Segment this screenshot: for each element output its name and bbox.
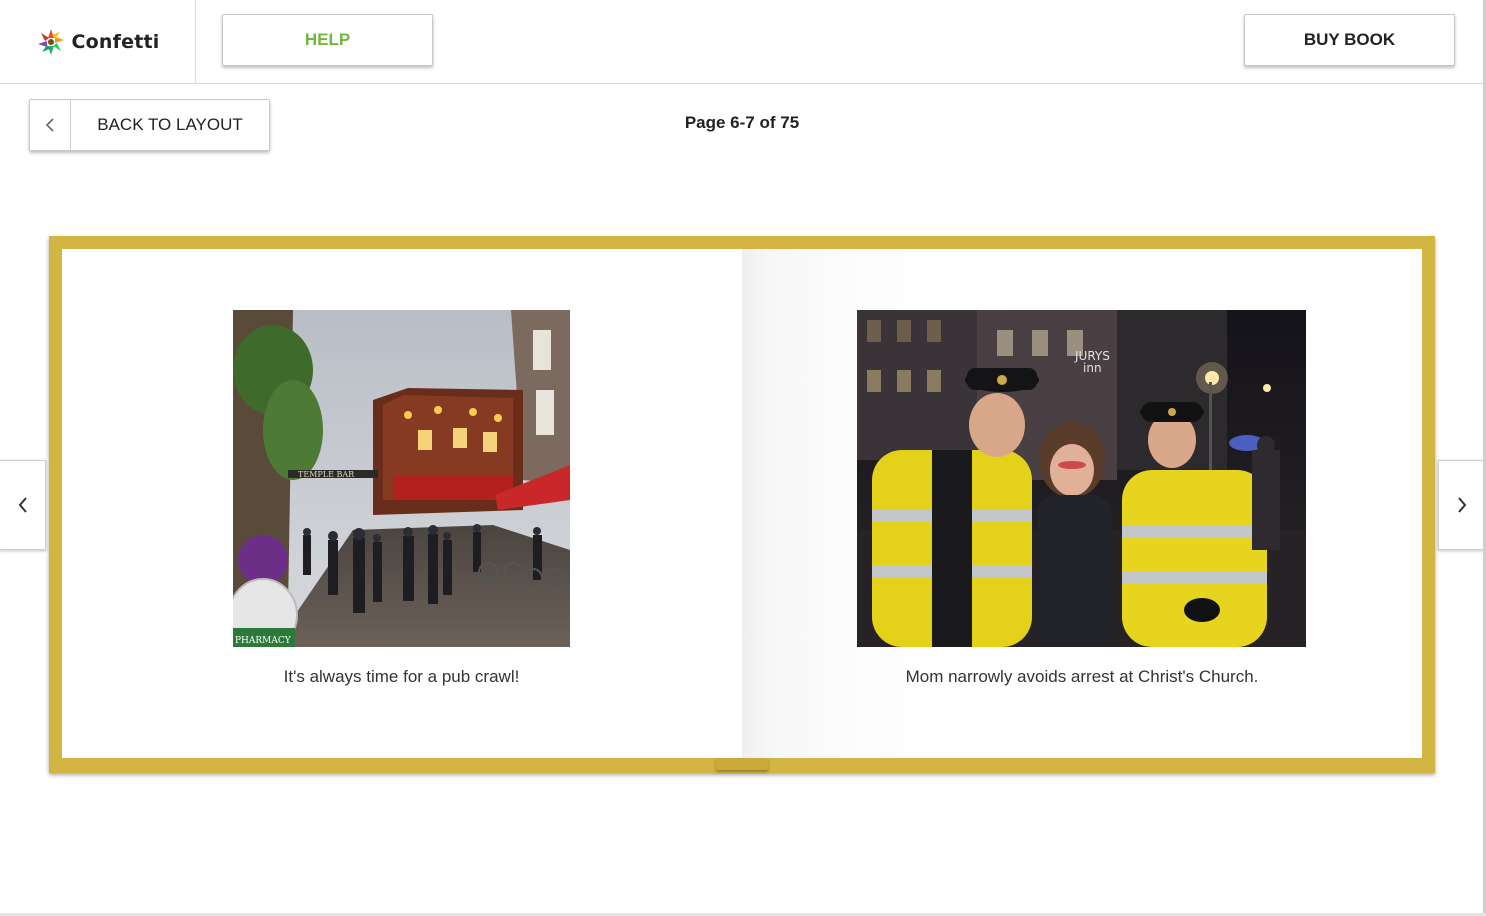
left-page-caption[interactable]: It's always time for a pub crawl! xyxy=(133,667,670,687)
chevron-right-icon xyxy=(1457,497,1466,513)
chevron-left-icon xyxy=(18,497,27,513)
pharmacy-sign-text: PHARMACY xyxy=(235,636,292,646)
next-page-button[interactable] xyxy=(1438,460,1485,550)
back-to-layout-button[interactable]: BACK TO LAYOUT xyxy=(29,99,270,151)
back-arrow-cell xyxy=(30,100,71,150)
chevron-left-icon xyxy=(45,118,54,132)
police-photo[interactable]: JURYS inn xyxy=(857,310,1306,647)
logo[interactable]: Confetti xyxy=(0,0,196,84)
pub-street-photo[interactable]: PHARMACY TEMPLE BAR xyxy=(233,310,570,647)
pub-street-image: PHARMACY TEMPLE BAR xyxy=(233,310,570,647)
logo-text: Confetti xyxy=(71,31,160,53)
previous-page-button[interactable] xyxy=(0,460,46,550)
top-header: Confetti HELP BUY BOOK xyxy=(0,0,1486,84)
right-page-caption[interactable]: Mom narrowly avoids arrest at Christ's C… xyxy=(782,667,1382,687)
buy-book-button[interactable]: BUY BOOK xyxy=(1244,14,1455,66)
page-indicator: Page 6-7 of 75 xyxy=(684,113,800,132)
photo-book-spread: PHARMACY TEMPLE BAR It's always time for… xyxy=(49,236,1435,773)
right-page[interactable]: JURYS inn Mom narrowly avoids arrest at … xyxy=(742,249,1422,758)
police-night-image: JURYS inn xyxy=(857,310,1306,647)
confetti-logo-icon xyxy=(37,29,64,55)
help-button[interactable]: HELP xyxy=(222,14,433,66)
book-spine-tab xyxy=(716,758,768,770)
back-to-layout-label: BACK TO LAYOUT xyxy=(97,115,243,134)
temple-bar-banner-text: TEMPLE BAR xyxy=(298,470,355,479)
inn-sign-text: inn xyxy=(1083,361,1102,375)
left-page[interactable]: PHARMACY TEMPLE BAR It's always time for… xyxy=(62,249,742,758)
